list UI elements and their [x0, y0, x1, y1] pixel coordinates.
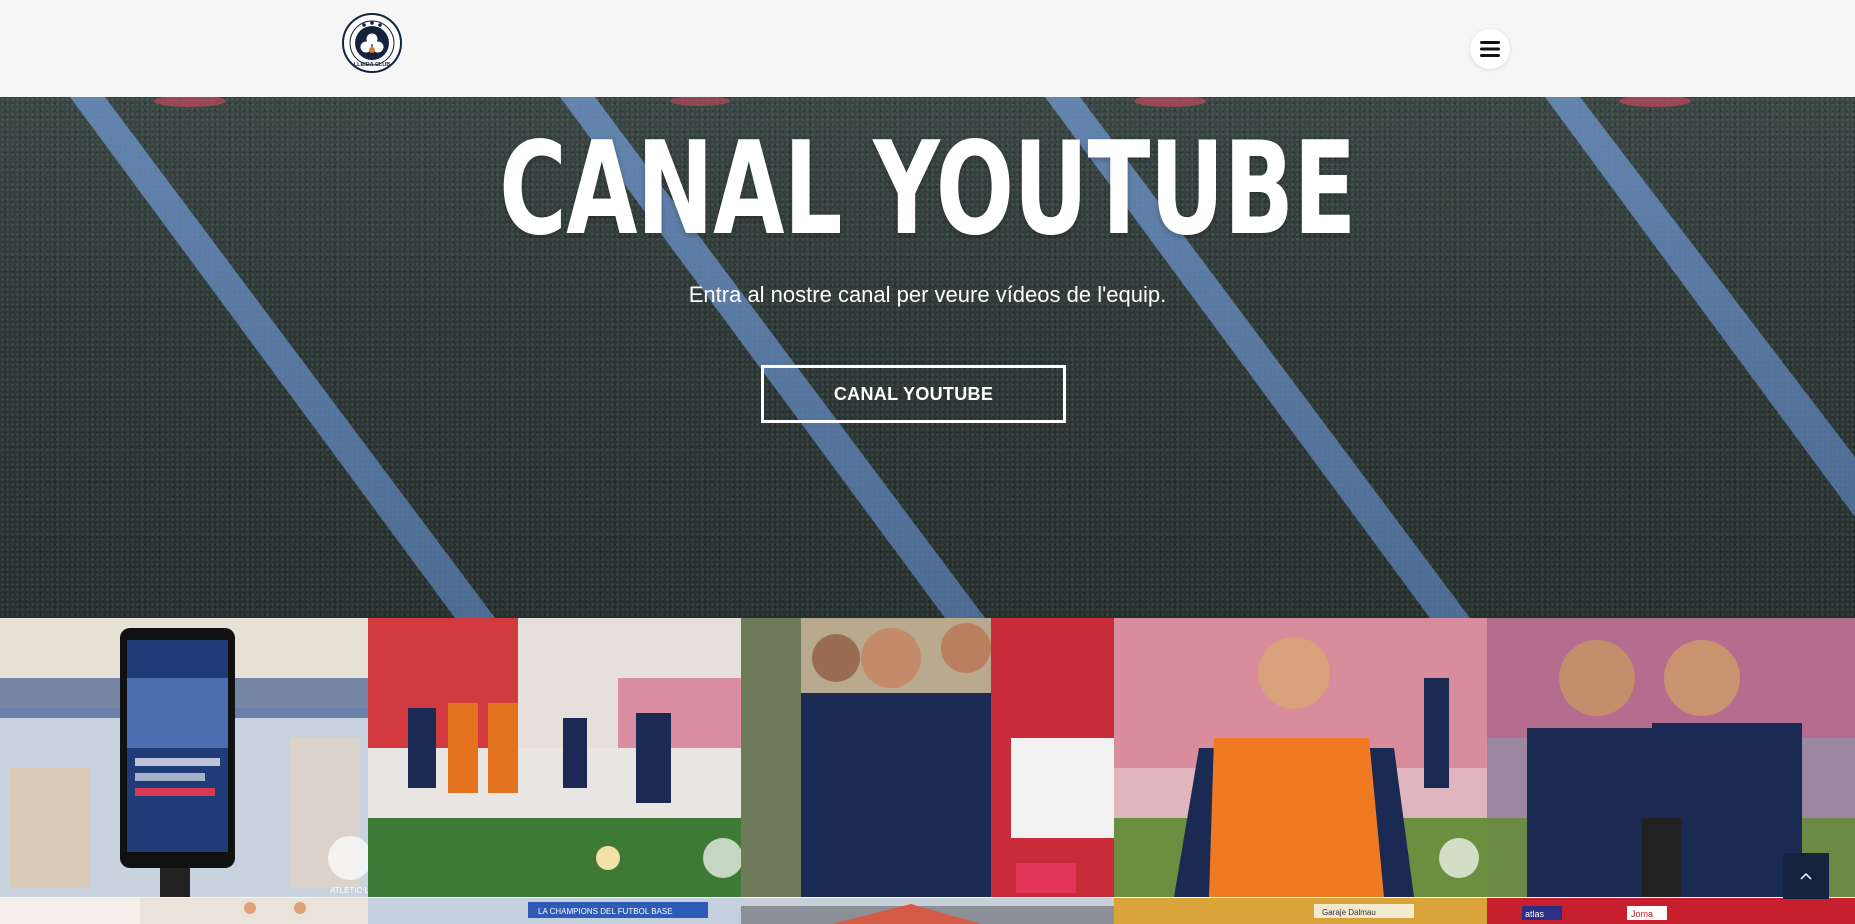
menu-button[interactable] [1470, 29, 1510, 69]
photo-press-conference: ATLÈTIC LL [0, 618, 368, 897]
chevron-up-icon [1800, 872, 1812, 880]
photo-row2-3 [741, 898, 1114, 924]
hero-section: CANAL YOUTUBE Entra al nostre canal per … [0, 97, 1855, 618]
gallery-photo-row2-1[interactable] [0, 898, 368, 924]
hero-title: CANAL YOUTUBE [499, 115, 1356, 264]
scroll-to-top-button[interactable] [1783, 853, 1829, 899]
photo-players-laughing [741, 618, 1114, 897]
gallery-photo-row2-3[interactable] [741, 898, 1114, 924]
gallery-photo-training-ball[interactable] [368, 618, 741, 897]
sign-atlas: atlas [1525, 909, 1545, 919]
hamburger-icon [1480, 41, 1500, 57]
hero-subtitle: Entra al nostre canal per veure vídeos d… [688, 282, 1167, 307]
club-logo[interactable]: LLEIDA CLUB [342, 13, 402, 73]
watermark: ATLÈTIC LL [330, 886, 368, 895]
photo-training-ball [368, 618, 741, 897]
gallery-photo-row2-2[interactable]: LA CHAMPIONS DEL FUTBOL BASE [368, 898, 741, 924]
gallery-photo-player-bib[interactable] [1114, 618, 1487, 897]
photo-row2-2: LA CHAMPIONS DEL FUTBOL BASE [368, 898, 741, 924]
gallery-photo-row2-4[interactable]: Garaje Dalmau [1114, 898, 1487, 924]
sign-champions: LA CHAMPIONS DEL FUTBOL BASE [538, 907, 673, 916]
gallery-photo-press-conference[interactable]: ATLÈTIC LL [0, 618, 368, 897]
club-crest-icon: LLEIDA CLUB [342, 13, 402, 73]
sign-joma: Joma [1631, 909, 1653, 919]
gallery-photo-players-laughing[interactable] [741, 618, 1114, 897]
youtube-channel-button[interactable]: CANAL YOUTUBE [761, 365, 1066, 423]
photo-row2-4: Garaje Dalmau [1114, 898, 1487, 924]
logo-text: LLEIDA CLUB [354, 62, 390, 68]
photo-player-bib [1114, 618, 1487, 897]
gallery-photo-row2-5[interactable]: atlas Joma [1487, 898, 1855, 924]
photo-row2-5: atlas Joma [1487, 898, 1855, 924]
photo-row2-1 [0, 898, 368, 924]
sign-garaje: Garaje Dalmau [1322, 908, 1376, 917]
site-header: LLEIDA CLUB [0, 0, 1855, 97]
